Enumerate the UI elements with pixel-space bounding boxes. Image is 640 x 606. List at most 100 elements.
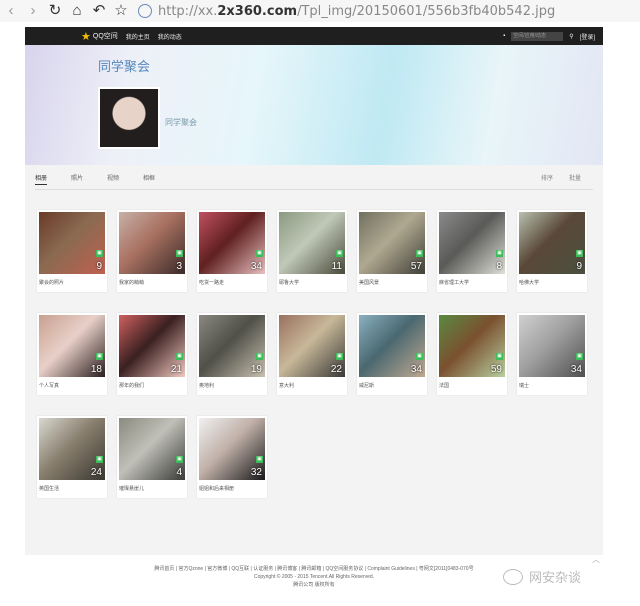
undo-icon[interactable]: ↶ (88, 0, 110, 22)
album-photo-count: 11 (331, 261, 342, 272)
album-badge-icon: ▣ (256, 250, 263, 257)
album-badge-icon: ▣ (416, 250, 423, 257)
album-card[interactable]: ▣ 9 哈佛大学 (517, 210, 587, 292)
album-subtitle: 同学聚会 (165, 118, 197, 127)
search-input[interactable]: 空间/应用/动态 (511, 31, 564, 41)
album-photo-count: 8 (496, 261, 502, 272)
album-photo-count: 9 (576, 261, 582, 272)
qzone-top-bar: ★ QQ空间 我的主页 我的动态 ▪ 空间/应用/动态 ⚲ [登录] (25, 27, 603, 45)
nav-my-feed[interactable]: 我的动态 (158, 32, 182, 41)
reload-icon[interactable]: ↻ (44, 0, 66, 22)
album-card[interactable]: ▣ 34 威尼斯 (357, 313, 427, 395)
album-tabs: 相册 照片 视频 相框 (35, 173, 179, 185)
album-card[interactable]: ▣ 34 瑞士 (517, 313, 587, 395)
avatar[interactable] (98, 87, 160, 149)
album-badge-icon: ▣ (176, 456, 183, 463)
tab-frames[interactable]: 相框 (143, 173, 155, 185)
album-card[interactable]: ▣ 9 聚会的照片 (37, 210, 107, 292)
qzone-star-icon: ★ (81, 30, 91, 43)
tab-albums[interactable]: 相册 (35, 173, 48, 185)
login-link[interactable]: [登录] (580, 32, 595, 41)
watermark-text: 网安杂谈 (529, 570, 582, 585)
album-card[interactable]: ▣ 11 耶鲁大学 (277, 210, 347, 292)
star-icon[interactable]: ☆ (110, 0, 132, 22)
album-card[interactable]: ▣ 24 英国生活 (37, 416, 107, 498)
album-card[interactable]: ▣ 34 吃货一路走 (197, 210, 267, 292)
album-badge-icon: ▣ (336, 250, 343, 257)
album-card[interactable]: ▣ 22 意大利 (277, 313, 347, 395)
album-caption[interactable]: 个人写真 (39, 382, 59, 389)
album-card[interactable]: ▣ 19 奥地利 (197, 313, 267, 395)
album-caption[interactable]: 意大利 (279, 382, 294, 389)
album-title: 同学聚会 (98, 59, 151, 74)
album-caption[interactable]: 哈佛大学 (519, 279, 539, 286)
album-badge-icon: ▣ (256, 353, 263, 360)
album-card[interactable]: ▣ 57 美国风景 (357, 210, 427, 292)
album-badge-icon: ▣ (176, 353, 183, 360)
album-photo-count: 9 (96, 261, 102, 272)
album-caption[interactable]: 那年的我们 (119, 382, 144, 389)
chart-icon[interactable]: ▪ (503, 33, 505, 39)
sort-button[interactable]: 排序 (541, 173, 553, 182)
address-bar[interactable]: http://xx. 2x360.com/Tpl_img/20150601/556… (138, 4, 555, 19)
album-card[interactable]: ▣ 18 个人写真 (37, 313, 107, 395)
album-caption[interactable]: 威尼斯 (359, 382, 374, 389)
album-caption[interactable]: 姐姐和后来相册 (199, 485, 234, 492)
album-caption[interactable]: 瑞士 (519, 382, 529, 389)
url-path: /Tpl_img/20150601/556b3fb40b542.jpg (297, 3, 556, 19)
album-caption[interactable]: 英国生活 (39, 485, 59, 492)
album-photo-count: 19 (250, 364, 262, 375)
album-badge-icon: ▣ (416, 353, 423, 360)
album-badge-icon: ▣ (496, 353, 503, 360)
browser-toolbar: ‹ › ↻ ⌂ ↶ ☆ http://xx. 2x360.com/Tpl_img/… (0, 0, 640, 22)
url-host: 2x360.com (217, 3, 298, 19)
back-to-top-icon[interactable]: ︿ (592, 554, 602, 564)
album-card[interactable]: ▣ 8 麻省理工大学 (437, 210, 507, 292)
album-card[interactable]: ▣ 21 那年的我们 (117, 313, 187, 395)
album-card[interactable]: ▣ 59 法国 (437, 313, 507, 395)
album-badge-icon: ▣ (496, 250, 503, 257)
album-badge-icon: ▣ (336, 353, 343, 360)
album-photo-count: 57 (410, 261, 422, 272)
album-photo-count: 59 (490, 364, 502, 375)
search-icon[interactable]: ⚲ (569, 33, 573, 40)
album-caption[interactable]: 麻省理工大学 (439, 279, 469, 286)
album-badge-icon: ▣ (256, 456, 263, 463)
tabs-divider (35, 189, 593, 190)
album-card[interactable]: ▣ 32 姐姐和后来相册 (197, 416, 267, 498)
album-badge-icon: ▣ (576, 250, 583, 257)
album-card[interactable]: ▣ 4 璀璨悬崖儿 (117, 416, 187, 498)
globe-icon (138, 4, 152, 18)
album-caption[interactable]: 奥地利 (199, 382, 214, 389)
album-photo-count: 24 (90, 467, 102, 478)
album-badge-icon: ▣ (96, 456, 103, 463)
album-badge-icon: ▣ (176, 250, 183, 257)
album-badge-icon: ▣ (96, 353, 103, 360)
url-prefix: http://xx. (158, 3, 218, 19)
forward-icon[interactable]: › (22, 0, 44, 22)
album-caption[interactable]: 法国 (439, 382, 449, 389)
home-icon[interactable]: ⌂ (66, 0, 88, 22)
nav-my-homepage[interactable]: 我的主页 (126, 32, 150, 41)
album-photo-count: 22 (330, 364, 342, 375)
batch-button[interactable]: 批量 (569, 173, 581, 182)
album-caption[interactable]: 耶鲁大学 (279, 279, 299, 286)
album-photo-count: 3 (176, 261, 182, 272)
album-caption[interactable]: 聚会的照片 (39, 279, 64, 286)
tab-videos[interactable]: 视频 (107, 173, 119, 185)
album-caption[interactable]: 吃货一路走 (199, 279, 224, 286)
album-photo-count: 32 (250, 467, 262, 478)
album-caption[interactable]: 璀璨悬崖儿 (119, 485, 144, 492)
tab-photos[interactable]: 照片 (71, 173, 83, 185)
album-photo-count: 4 (176, 467, 182, 478)
qzone-brand[interactable]: QQ空间 (93, 31, 118, 41)
album-badge-icon: ▣ (576, 353, 583, 360)
album-tools: 排序 批量 (541, 173, 581, 182)
album-photo-count: 34 (410, 364, 422, 375)
back-icon[interactable]: ‹ (0, 0, 22, 22)
wechat-icon (503, 568, 523, 585)
album-banner: 同学聚会 同学聚会 (25, 45, 603, 165)
album-caption[interactable]: 美国风景 (359, 279, 379, 286)
album-card[interactable]: ▣ 3 我家的萌萌 (117, 210, 187, 292)
album-caption[interactable]: 我家的萌萌 (119, 279, 144, 286)
